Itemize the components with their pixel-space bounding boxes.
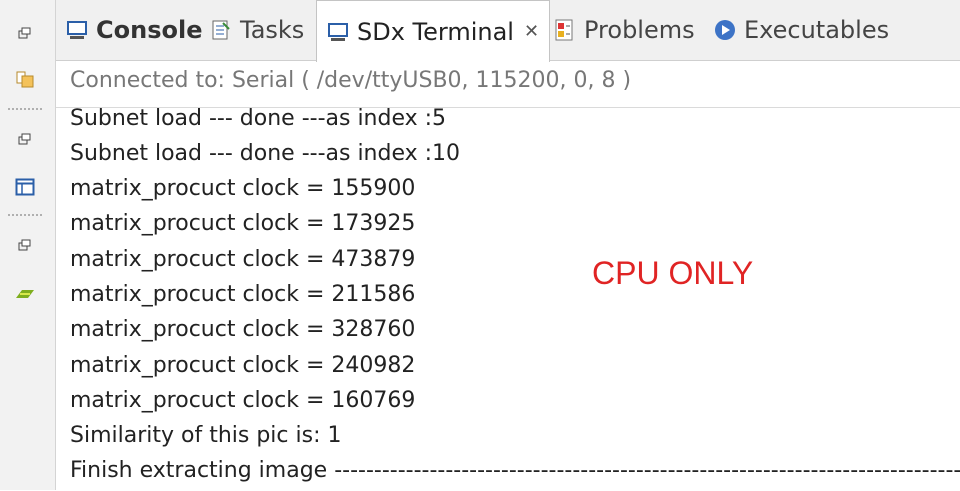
left-toolbar [0,0,56,490]
tab-problems[interactable]: Problems [552,0,695,60]
output-line: Finish extracting image ----------------… [70,458,960,483]
output-line: Subnet load --- done ---as index :10 [70,141,461,166]
close-icon[interactable]: ✕ [524,21,539,42]
output-line: matrix_procuct clock = 160769 [70,388,416,413]
tab-label: Tasks [240,16,305,44]
tab-bar: Console Tasks SDx Terminal ✕ Problems Ex… [56,0,960,62]
restore-icon[interactable] [10,126,40,152]
terminal-output[interactable]: Subnet load --- done ---as index :5 Subn… [56,107,960,491]
connection-status: Connected to: Serial ( /dev/ttyUSB0, 115… [70,68,632,93]
folder-icon[interactable] [10,66,40,92]
output-line: matrix_procuct clock = 211586 [70,282,416,307]
tasks-icon [208,17,234,43]
tab-console[interactable]: Console [64,0,202,60]
output-line: Subnet load --- done ---as index :5 [70,107,447,131]
executables-icon [712,17,738,43]
output-line: matrix_procuct clock = 155900 [70,176,416,201]
output-line: matrix_procuct clock = 473879 [70,247,416,272]
output-line: Similarity of this pic is: 1 [70,423,342,448]
restore-icon[interactable] [10,20,40,46]
emulator-icon[interactable] [10,281,40,307]
tab-label: Console [96,16,203,44]
output-line: matrix_procuct clock = 173925 [70,211,416,236]
output-line: matrix_procuct clock = 328760 [70,317,416,342]
console-icon [64,17,90,43]
restore-icon[interactable] [10,232,40,258]
cpu-only-annotation: CPU ONLY [592,255,754,291]
outline-icon[interactable] [10,174,40,200]
tab-label: Executables [744,16,890,44]
tab-executables[interactable]: Executables [712,0,889,60]
tab-sdx-terminal[interactable]: SDx Terminal ✕ [316,0,551,62]
tab-tasks[interactable]: Tasks [208,0,304,60]
terminal-icon [325,19,351,45]
tab-label: Problems [584,16,695,44]
tab-label: SDx Terminal [357,17,514,46]
output-line: matrix_procuct clock = 240982 [70,353,416,378]
problems-icon [552,17,578,43]
